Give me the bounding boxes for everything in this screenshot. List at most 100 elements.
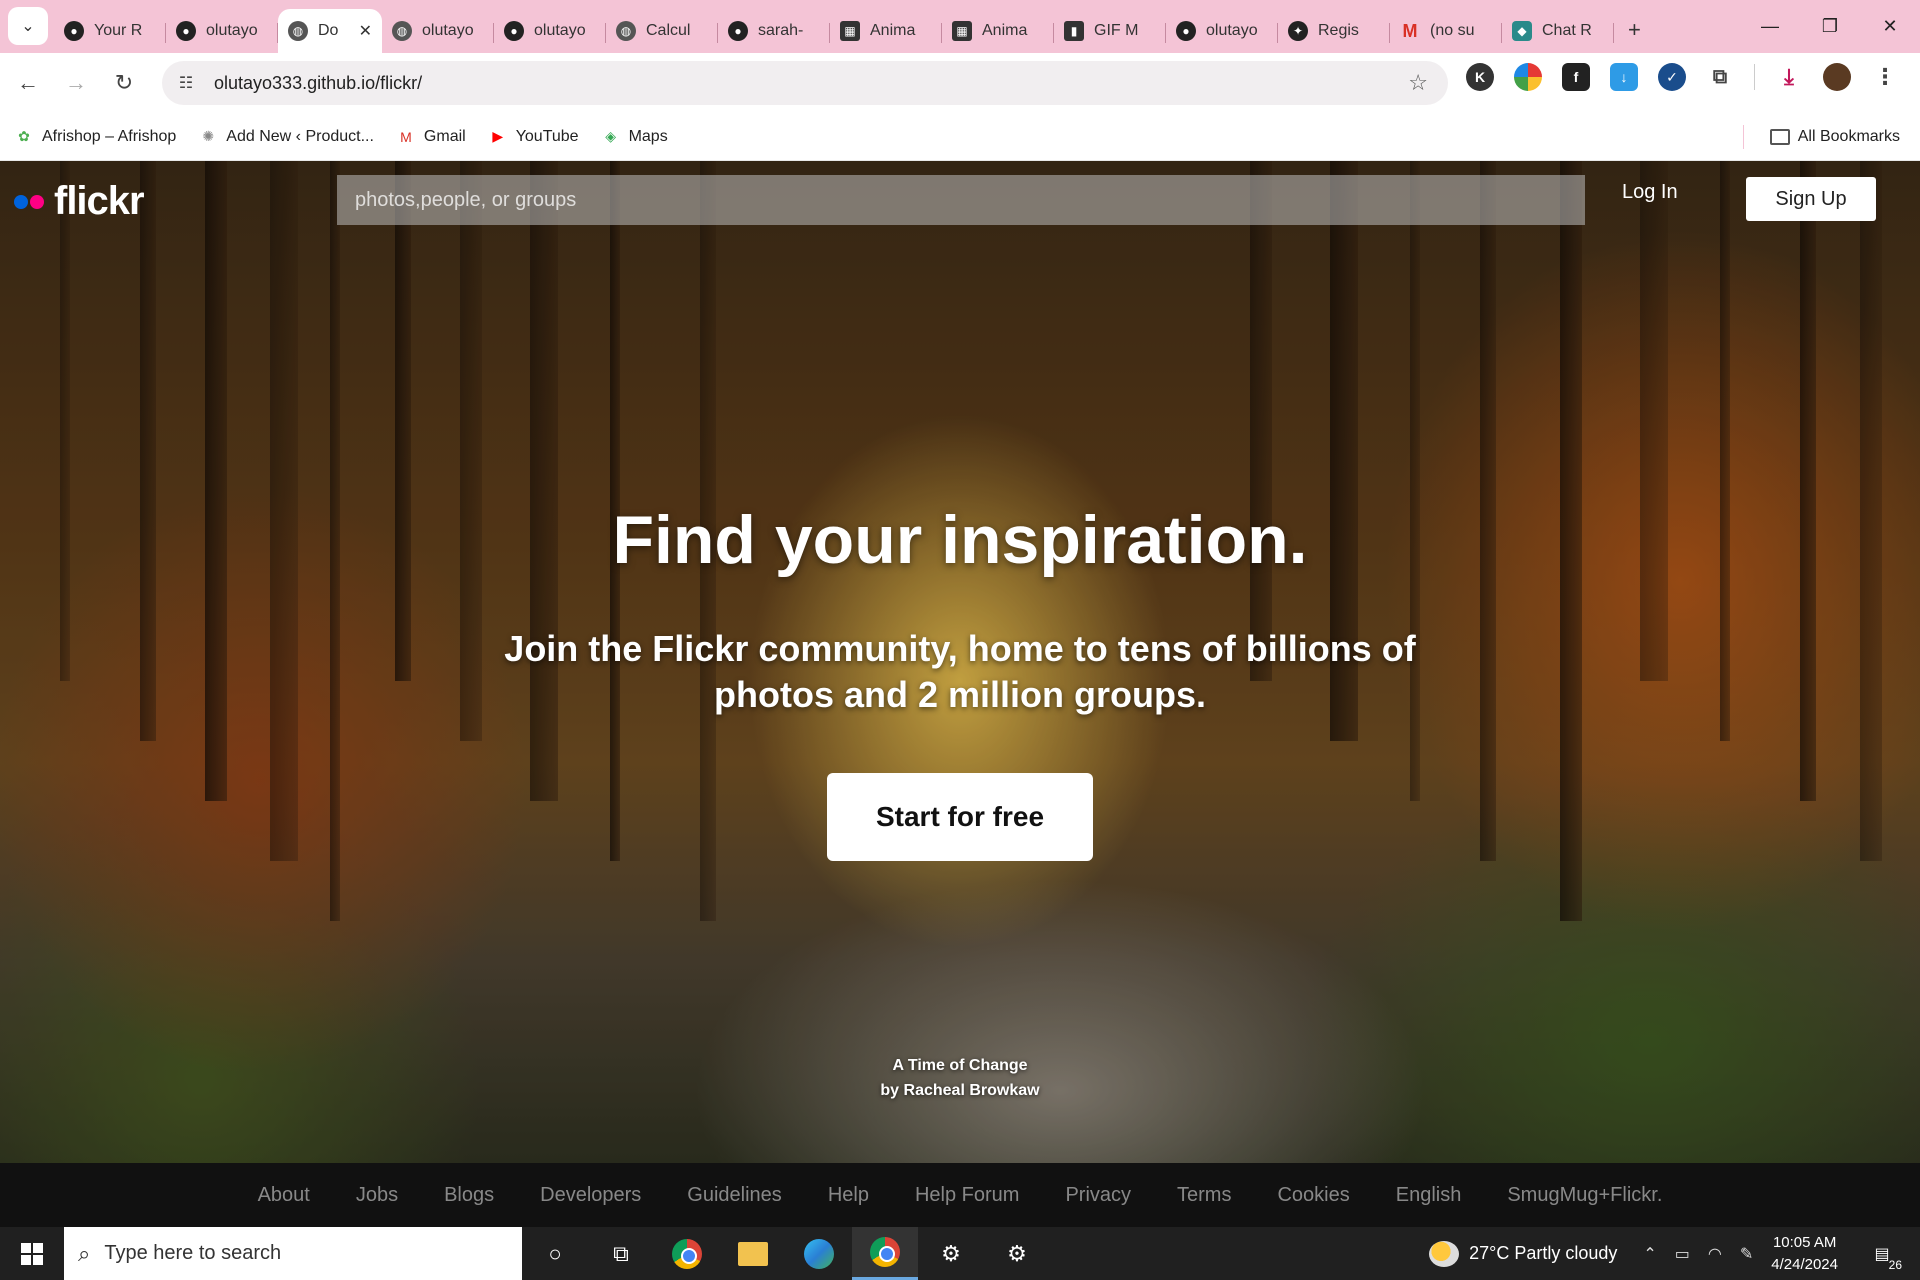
show-hidden-icons-icon[interactable]: ⌃ <box>1643 1244 1656 1264</box>
new-tab-button[interactable]: + <box>1628 17 1641 43</box>
downloads-icon[interactable]: ⤓ <box>1775 63 1803 91</box>
taskbar-chrome-active-icon[interactable] <box>852 1227 918 1280</box>
tab-title: GIF M <box>1094 22 1139 39</box>
signup-button[interactable]: Sign Up <box>1746 177 1876 221</box>
footer-link[interactable]: Jobs <box>356 1184 398 1207</box>
taskbar-clock[interactable]: 10:05 AM 4/24/2024 <box>1771 1232 1838 1276</box>
settings-alt-gear-icon[interactable]: ⚙ <box>984 1227 1050 1280</box>
extensions-row: K f ↓ ✓ ⧉ ⤓ ⋮ <box>1466 63 1919 91</box>
task-view-icon[interactable]: ⧉ <box>588 1227 654 1280</box>
browser-tab[interactable]: ◆ Chat R <box>1502 9 1614 53</box>
flickr-logo[interactable]: flickr <box>14 179 145 224</box>
tab-title: (no su <box>1430 22 1475 39</box>
footer-link[interactable]: About <box>258 1184 310 1207</box>
browser-tab[interactable]: ● Your R <box>54 9 166 53</box>
browser-tab[interactable]: ◍ olutayo <box>382 9 494 53</box>
flickr-search-input[interactable] <box>337 175 1585 225</box>
bookmark-label: Afrishop – Afrishop <box>42 127 177 145</box>
footer-link[interactable]: Cookies <box>1277 1184 1349 1207</box>
profile-avatar[interactable] <box>1823 63 1851 91</box>
tab-title: Chat R <box>1542 22 1592 39</box>
photo-title[interactable]: A Time of Change <box>0 1053 1920 1078</box>
tab-list: ● Your R ● olutayo ◍ Do ✕ ◍ olutayo ● olutayo ◍ Calc… <box>54 0 1614 53</box>
extension-check-icon[interactable]: ✓ <box>1658 63 1686 91</box>
url-text[interactable]: olutayo333.github.io/flickr/ <box>214 73 422 94</box>
browser-tab[interactable]: ▦ Anima <box>942 9 1054 53</box>
footer-link[interactable]: Guidelines <box>687 1184 782 1207</box>
wordpress-icon: ✺ <box>202 128 215 144</box>
browser-tab[interactable]: M (no su <box>1390 9 1502 53</box>
footer-link[interactable]: Help <box>828 1184 869 1207</box>
settings-gear-icon[interactable]: ⚙ <box>918 1227 984 1280</box>
wifi-icon[interactable]: ◠ <box>1708 1244 1722 1264</box>
footer-link[interactable]: English <box>1396 1184 1462 1207</box>
browser-tab[interactable]: ◍ Do ✕ <box>278 9 382 53</box>
bookmark-star-icon[interactable]: ☆ <box>1408 70 1428 96</box>
taskbar-search-box[interactable]: ⌕ Type here to search <box>64 1227 522 1280</box>
browser-tab[interactable]: ✦ Regis <box>1278 9 1390 53</box>
globe-icon: ◍ <box>616 21 636 41</box>
address-bar[interactable]: ☷ olutayo333.github.io/flickr/ ☆ <box>162 61 1448 105</box>
browser-tab[interactable]: ● sarah- <box>718 9 830 53</box>
all-bookmarks-label: All Bookmarks <box>1797 127 1900 145</box>
weather-icon[interactable] <box>1429 1240 1460 1267</box>
footer-link[interactable]: Help Forum <box>915 1184 1019 1207</box>
bookmark-label: Maps <box>628 127 668 145</box>
cortana-icon[interactable]: ○ <box>522 1227 588 1280</box>
hero-subtitle: Join the Flickr community, home to tens … <box>504 628 1416 715</box>
battery-icon[interactable]: ▭ <box>1675 1244 1690 1264</box>
start-button[interactable] <box>0 1227 64 1280</box>
extension-color-icon[interactable] <box>1514 63 1542 91</box>
notifications-icon[interactable]: ▤ 26 <box>1862 1234 1902 1274</box>
login-link[interactable]: Log In <box>1622 181 1678 204</box>
start-for-free-button[interactable]: Start for free <box>827 773 1093 861</box>
browser-tab[interactable]: ▦ Anima <box>830 9 942 53</box>
photo-author[interactable]: by Racheal Browkaw <box>0 1078 1920 1103</box>
back-button[interactable]: ← <box>8 63 48 103</box>
minimize-button[interactable]: — <box>1740 0 1800 53</box>
bookmark-item[interactable]: ▶ YouTube <box>488 127 579 147</box>
weather-text[interactable]: 27°C Partly cloudy <box>1469 1243 1617 1264</box>
pen-icon[interactable]: ✎ <box>1740 1244 1753 1264</box>
tab-title: olutayo <box>534 22 586 39</box>
tab-title: olutayo <box>1206 22 1258 39</box>
logo-blue-dot <box>14 194 28 209</box>
extension-download-icon[interactable]: ↓ <box>1610 63 1638 91</box>
footer-link[interactable]: Privacy <box>1065 1184 1131 1207</box>
extension-font-icon[interactable]: f <box>1562 63 1590 91</box>
browser-tab[interactable]: ▮ GIF M <box>1054 9 1166 53</box>
taskbar-chrome-icon[interactable] <box>654 1227 720 1280</box>
footer-link[interactable]: Developers <box>540 1184 641 1207</box>
bookmark-item[interactable]: ✺ Add New ‹ Product... <box>198 127 374 147</box>
browser-tab[interactable]: ● olutayo <box>166 9 278 53</box>
forward-button[interactable]: → <box>56 63 96 103</box>
bookmark-label: YouTube <box>515 127 579 145</box>
footer-link[interactable]: Terms <box>1177 1184 1231 1207</box>
footer-link[interactable]: SmugMug+Flickr. <box>1507 1184 1662 1207</box>
bookmarks-bar: ✿ Afrishop – Afrishop ✺ Add New ‹ Product..… <box>0 113 1920 161</box>
tab-title: sarah- <box>758 22 804 39</box>
reload-button[interactable]: ↻ <box>104 63 144 103</box>
browser-menu-icon[interactable]: ⋮ <box>1871 63 1899 91</box>
site-info-icon[interactable]: ☷ <box>168 65 204 101</box>
bookmark-item[interactable]: M Gmail <box>396 127 466 147</box>
close-tab-icon[interactable]: ✕ <box>359 21 372 41</box>
bookmark-item[interactable]: ◈ Maps <box>601 127 668 147</box>
all-bookmarks-button[interactable]: All Bookmarks <box>1769 127 1900 146</box>
bookmark-item[interactable]: ✿ Afrishop – Afrishop <box>14 127 176 147</box>
flickr-header: flickr Log In Sign Up <box>0 161 1920 241</box>
close-window-button[interactable]: ✕ <box>1860 0 1920 53</box>
logo-pink-dot <box>30 194 44 209</box>
edge-icon[interactable] <box>786 1227 852 1280</box>
tab-search-button[interactable]: ⌄ <box>8 7 48 45</box>
browser-tab[interactable]: ◍ Calcul <box>606 9 718 53</box>
windows-taskbar: ⌕ Type here to search ○ ⧉ ⚙ ⚙ 27°C Partl… <box>0 1227 1920 1280</box>
browser-tab[interactable]: ● olutayo <box>1166 9 1278 53</box>
footer-link[interactable]: Blogs <box>444 1184 494 1207</box>
browser-tab[interactable]: ● olutayo <box>494 9 606 53</box>
extension-k-icon[interactable]: K <box>1466 63 1494 91</box>
restore-button[interactable]: ❐ <box>1800 0 1860 53</box>
file-explorer-icon[interactable] <box>720 1227 786 1280</box>
extensions-puzzle-icon[interactable]: ⧉ <box>1706 63 1734 91</box>
youtube-icon: ▶ <box>492 128 504 144</box>
